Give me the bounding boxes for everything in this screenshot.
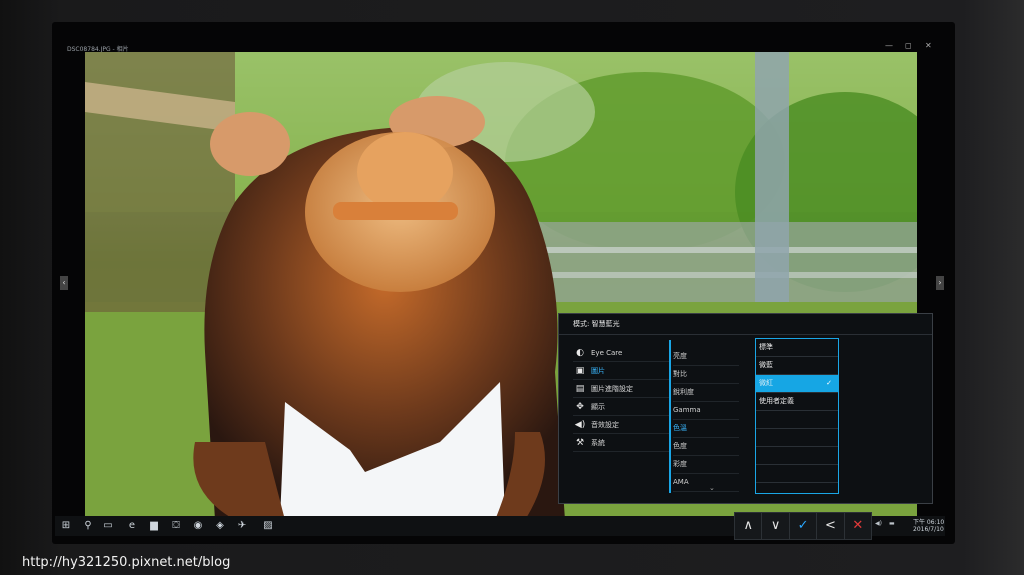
store-icon[interactable]: ⛋ xyxy=(169,519,183,533)
osd-main-menu: ◐ Eye Care ▣ 圖片 ▤ 圖片進階設定 ✥ 顯示 ◀) 音效設定 ⚒ 系統 xyxy=(573,344,669,452)
osd-sub-sharpness[interactable]: 銳利度 xyxy=(673,384,739,402)
osd-options: 標準 微藍 微紅 ✓ 使用者定義 xyxy=(755,338,839,494)
osd-sub-hue[interactable]: 色度 xyxy=(673,438,739,456)
osd-menu-label: 圖片進階設定 xyxy=(591,384,633,393)
picture-icon: ▣ xyxy=(575,365,585,376)
osd-menu-label: 音效設定 xyxy=(591,420,619,429)
osd-menu-system[interactable]: ⚒ 系統 xyxy=(573,434,669,452)
back-key[interactable]: < xyxy=(817,513,845,539)
osd-option-empty xyxy=(756,465,838,483)
task-view-icon[interactable]: ▭ xyxy=(101,519,115,533)
osd-menu-display[interactable]: ✥ 顯示 xyxy=(573,398,669,416)
close-icon[interactable]: ✕ xyxy=(925,41,932,50)
osd-menu-label: 系統 xyxy=(591,438,605,447)
photos-app-icon[interactable]: ▨ xyxy=(261,519,275,533)
up-key[interactable]: ∧ xyxy=(735,513,763,539)
windows-start-icon[interactable]: ⊞ xyxy=(59,519,73,533)
osd-mode-header: 模式: 智慧藍光 xyxy=(559,314,932,335)
down-key[interactable]: ∨ xyxy=(762,513,790,539)
file-explorer-icon[interactable]: ▆ xyxy=(147,519,161,533)
osd-sub-menu: 亮度 對比 銳利度 Gamma 色溫 色度 彩度 AMA xyxy=(673,348,739,492)
speaker-icon: ◀) xyxy=(574,419,586,430)
prev-photo-icon[interactable]: ‹ xyxy=(60,276,68,290)
osd-option-user-define[interactable]: 使用者定義 xyxy=(756,393,838,411)
clock-date: 2016/7/10 xyxy=(913,526,944,533)
minimize-icon[interactable]: — xyxy=(885,41,893,50)
confirm-key[interactable]: ✓ xyxy=(790,513,818,539)
edge-browser-icon[interactable]: e xyxy=(125,519,139,533)
osd-menu-picture[interactable]: ▣ 圖片 xyxy=(573,362,669,380)
chrome-icon[interactable]: ◉ xyxy=(191,519,205,533)
osd-option-label: 微紅 xyxy=(759,379,773,387)
steam-icon[interactable]: ◈ xyxy=(213,519,227,533)
osd-sub-color-temperature[interactable]: 色溫 xyxy=(673,420,739,438)
blog-watermark: http://hy321250.pixnet.net/blog xyxy=(22,555,231,570)
taskbar-clock[interactable]: 下午 06:10 2016/7/10 xyxy=(913,519,944,533)
scroll-down-icon: ⌄ xyxy=(709,484,715,492)
osd-option-bluish[interactable]: 微藍 xyxy=(756,357,838,375)
search-icon[interactable]: ⚲ xyxy=(81,519,95,533)
osd-option-empty xyxy=(756,411,838,429)
osd-sub-contrast[interactable]: 對比 xyxy=(673,366,739,384)
osd-menu-label: 顯示 xyxy=(591,402,605,411)
osd-menu-audio[interactable]: ◀) 音效設定 xyxy=(573,416,669,434)
osd-option-label: 使用者定義 xyxy=(759,397,794,405)
osd-sub-ama[interactable]: AMA xyxy=(673,474,739,492)
exit-key[interactable]: ✕ xyxy=(845,513,871,539)
osd-menu-picture-advanced[interactable]: ▤ 圖片進階設定 xyxy=(573,380,669,398)
osd-menu-label: Eye Care xyxy=(591,348,623,357)
monitor-osd-menu: 模式: 智慧藍光 ◐ Eye Care ▣ 圖片 ▤ 圖片進階設定 ✥ 顯示 ◀) 音效設… xyxy=(558,313,933,504)
osd-menu-eye-care[interactable]: ◐ Eye Care xyxy=(573,344,669,362)
picture-advanced-icon: ▤ xyxy=(575,383,585,394)
osd-option-label: 微藍 xyxy=(759,361,773,369)
osd-sub-gamma[interactable]: Gamma xyxy=(673,402,739,420)
maximize-icon[interactable]: ◻ xyxy=(905,41,912,50)
osd-option-empty xyxy=(756,429,838,447)
osd-option-label: 標準 xyxy=(759,343,773,351)
volume-icon[interactable]: ◀) xyxy=(875,520,882,527)
osd-key-guide: ∧ ∨ ✓ < ✕ xyxy=(734,512,872,540)
notification-icon[interactable]: ▬ xyxy=(889,520,895,527)
osd-option-reddish[interactable]: 微紅 ✓ xyxy=(756,375,838,393)
clock-time: 下午 06:10 xyxy=(913,519,945,526)
wrench-icon: ⚒ xyxy=(575,437,585,448)
osd-option-standard[interactable]: 標準 xyxy=(756,339,838,357)
osd-option-empty xyxy=(756,447,838,465)
osd-sub-saturation[interactable]: 彩度 xyxy=(673,456,739,474)
osd-sub-brightness[interactable]: 亮度 xyxy=(673,348,739,366)
app-icon[interactable]: ✈ xyxy=(235,519,249,533)
osd-divider xyxy=(669,340,671,493)
check-icon: ✓ xyxy=(826,379,832,387)
display-icon: ✥ xyxy=(576,401,584,412)
eye-icon: ◐ xyxy=(576,347,584,358)
osd-menu-label: 圖片 xyxy=(591,366,605,375)
next-photo-icon[interactable]: › xyxy=(936,276,944,290)
